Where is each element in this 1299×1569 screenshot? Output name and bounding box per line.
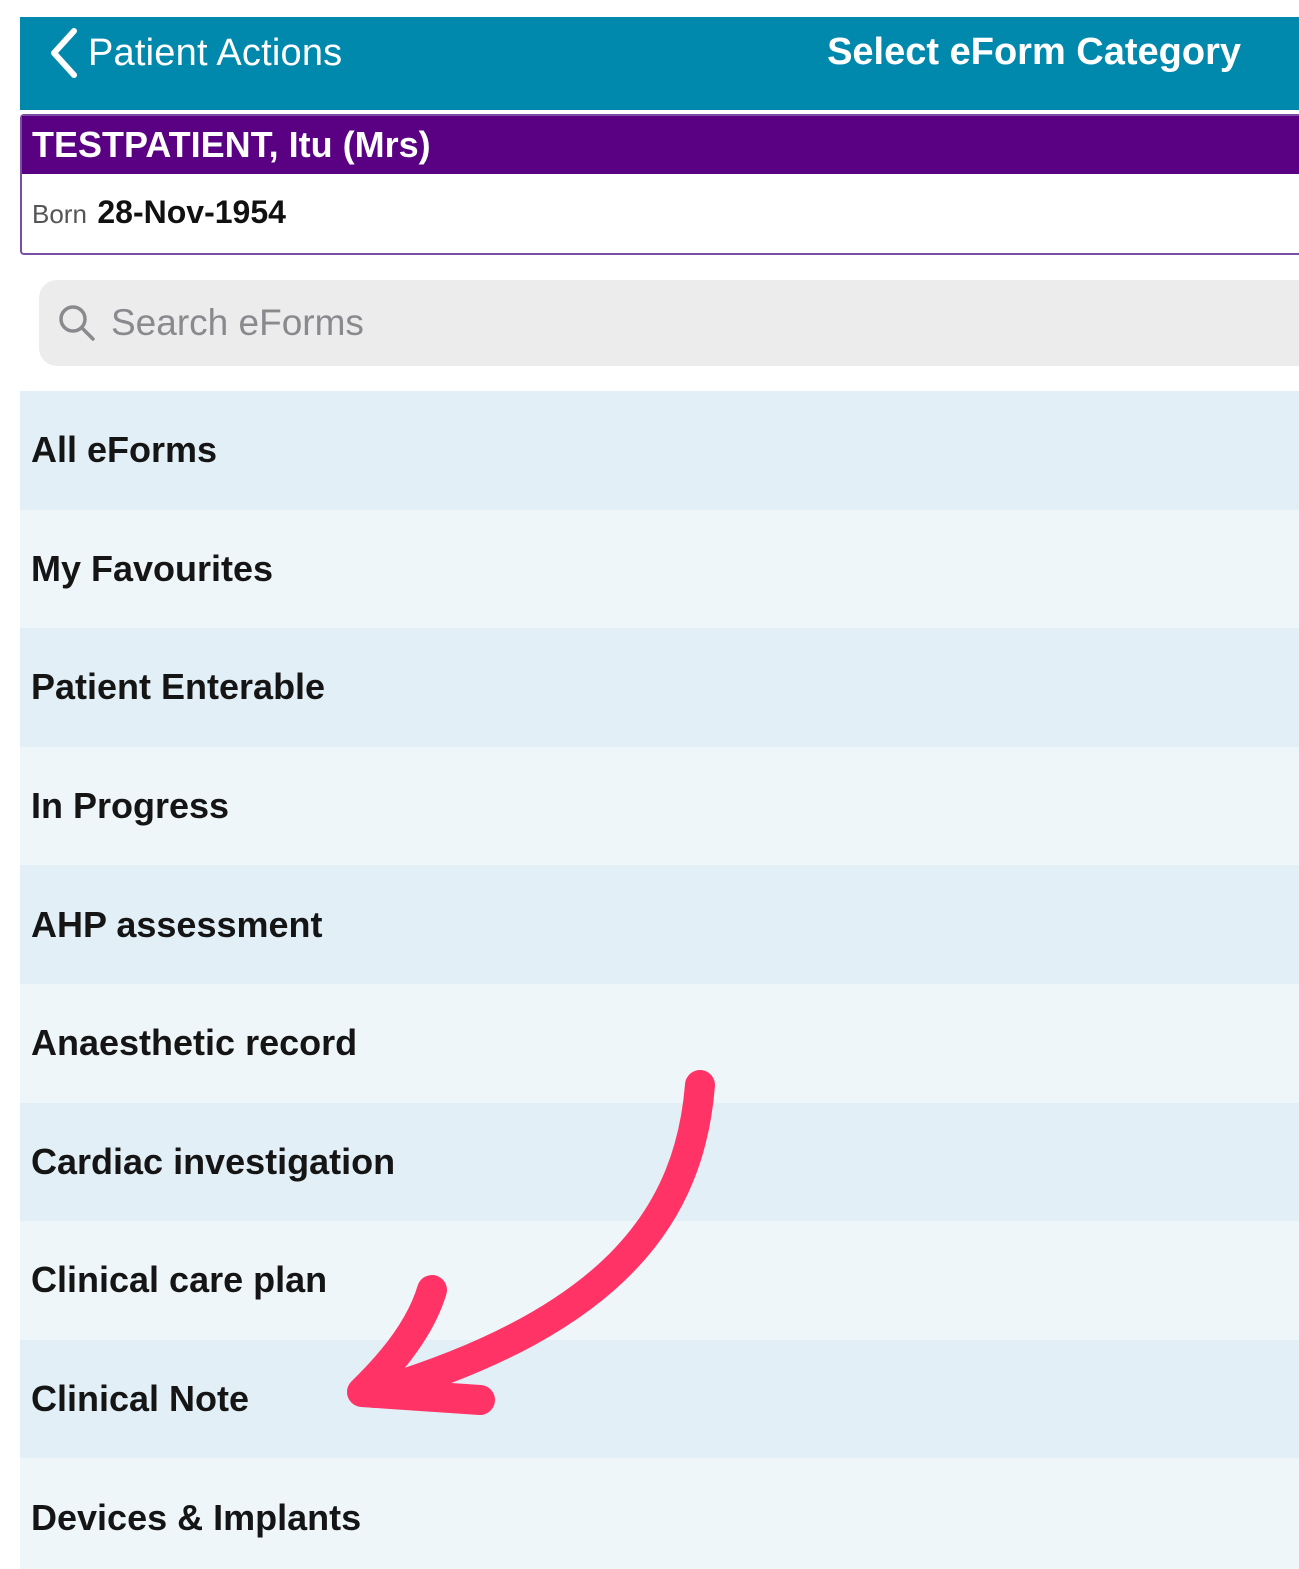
- category-label: Patient Enterable: [31, 666, 326, 708]
- patient-name: TESTPATIENT, Itu (Mrs): [22, 116, 1299, 174]
- patient-dob: Born 28-Nov-1954: [22, 174, 1299, 254]
- back-button-label: Patient Actions: [88, 31, 343, 74]
- category-cardiac-investigation[interactable]: Cardiac investigation: [20, 1102, 1299, 1222]
- page-title: Select eForm Category: [827, 31, 1241, 73]
- category-label: Clinical care plan: [31, 1259, 328, 1301]
- category-clinical-care-plan[interactable]: Clinical care plan: [20, 1221, 1299, 1340]
- category-devices-implants[interactable]: Devices & Implants: [20, 1458, 1299, 1569]
- search-input[interactable]: Search eForms: [39, 280, 1299, 366]
- category-label: Devices & Implants: [31, 1496, 362, 1538]
- category-clinical-note[interactable]: Clinical Note: [20, 1339, 1299, 1459]
- category-label: My Favourites: [31, 547, 274, 589]
- category-label: In Progress: [31, 785, 230, 827]
- dob-label: Born: [32, 199, 87, 229]
- navigation-bar: Patient Actions Select eForm Category: [20, 17, 1299, 110]
- category-patient-enterable[interactable]: Patient Enterable: [20, 628, 1299, 747]
- patient-banner: TESTPATIENT, Itu (Mrs) Born 28-Nov-1954: [20, 114, 1299, 255]
- back-button[interactable]: Patient Actions: [48, 25, 342, 81]
- search-area: Search eForms: [20, 263, 1299, 389]
- search-icon: [59, 305, 95, 341]
- category-label: All eForms: [31, 429, 218, 471]
- category-my-favourites[interactable]: My Favourites: [20, 509, 1299, 629]
- search-placeholder: Search eForms: [111, 302, 364, 343]
- category-list: All eForms My Favourites Patient Enterab…: [20, 391, 1299, 1569]
- category-in-progress[interactable]: In Progress: [20, 746, 1299, 866]
- app-frame: Patient Actions Select eForm Category TE…: [20, 17, 1299, 1569]
- chevron-left-icon: [51, 28, 77, 78]
- category-anaesthetic-record[interactable]: Anaesthetic record: [20, 983, 1299, 1103]
- category-all-eforms[interactable]: All eForms: [20, 391, 1299, 510]
- category-label: Clinical Note: [31, 1378, 250, 1420]
- category-label: AHP assessment: [31, 903, 323, 945]
- category-label: Anaesthetic record: [31, 1022, 358, 1064]
- category-ahp-assessment[interactable]: AHP assessment: [20, 865, 1299, 984]
- dob-value: 28-Nov-1954: [97, 194, 286, 230]
- category-label: Cardiac investigation: [31, 1140, 396, 1182]
